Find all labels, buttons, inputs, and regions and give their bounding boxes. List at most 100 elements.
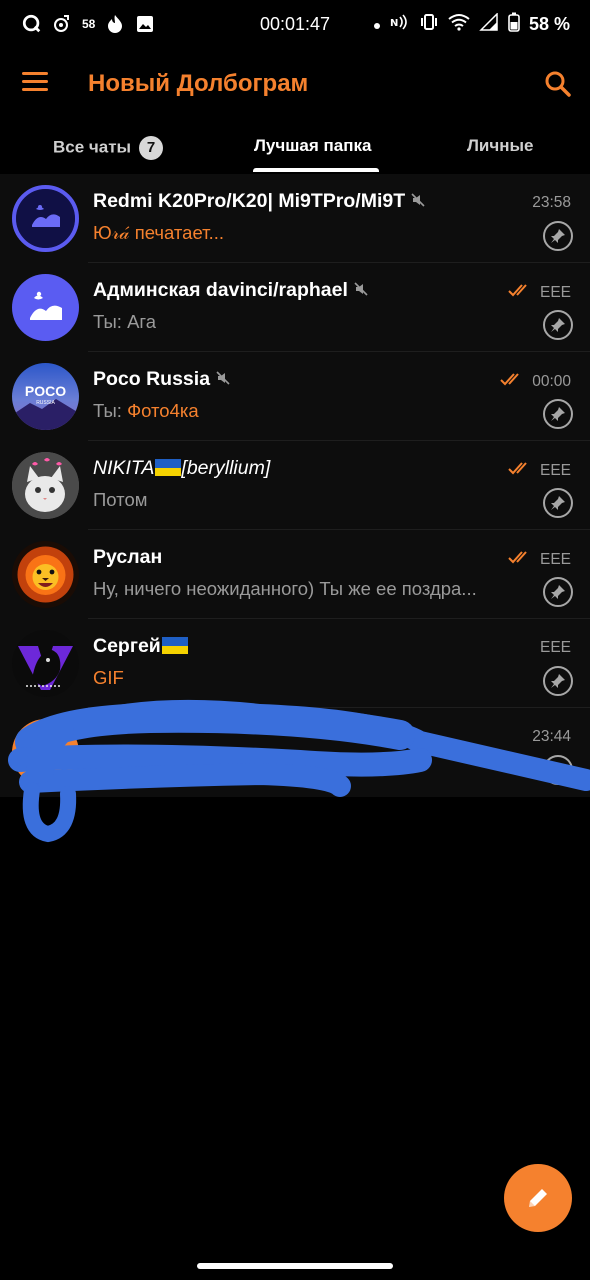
chat-title: Poco Russia xyxy=(93,368,211,390)
tab-indicator xyxy=(253,168,379,172)
message-preview: Ну, ничего неожиданного) Ты же ее поздра… xyxy=(93,578,477,599)
time-label: 23:58 xyxy=(532,194,571,211)
unread-badge: 7 xyxy=(139,136,164,160)
tab-label: Личные xyxy=(467,136,534,155)
wifi-icon xyxy=(448,13,470,36)
ukraine-flag-icon xyxy=(161,637,188,654)
q-app-icon xyxy=(22,13,42,35)
chat-time: ЕЕЕ xyxy=(508,283,571,302)
chat-row[interactable]: POCO RUSSIA Poco Russia Ты: Фото4ка 00:00 xyxy=(0,352,590,441)
panther-avatar xyxy=(12,630,79,697)
chat-title: Redmi K20Pro/K20| Mi9TPro/Mi9T xyxy=(93,190,406,212)
tab-label: Все чаты xyxy=(53,137,132,157)
typing-status: Ю𝓇𝒶́ печатает... xyxy=(93,222,224,243)
poco-logo-text: POCO xyxy=(25,383,66,399)
pin-icon[interactable] xyxy=(543,221,573,251)
chat-row[interactable]: NIKITA [beryllium] Потом ЕЕЕ xyxy=(0,441,590,530)
svg-text:N: N xyxy=(390,18,398,29)
nfc-icon: N xyxy=(390,13,410,36)
chat-title: Сергей xyxy=(93,635,161,657)
folder-tabs: Все чаты 7 Лучшая папка Личные xyxy=(0,124,590,174)
chat-time: 00:00 xyxy=(500,372,571,391)
menu-icon[interactable] xyxy=(22,72,48,94)
chat-row[interactable]: Сергей GIF ЕЕЕ xyxy=(0,619,590,708)
muted-icon xyxy=(216,368,230,391)
music-app-icon xyxy=(52,13,72,35)
chat-title: NIKITA xyxy=(93,457,155,479)
time-label: ЕЕЕ xyxy=(539,283,571,301)
new-message-button[interactable] xyxy=(504,1164,572,1232)
message-preview: Ты: Ага xyxy=(93,311,156,333)
tab-label: Лучшая папка xyxy=(254,136,372,155)
pin-icon[interactable] xyxy=(543,755,573,785)
chat-time: ЕЕЕ xyxy=(508,550,571,569)
double-check-icon xyxy=(508,550,532,569)
chat-name: NIKITA [beryllium] xyxy=(93,457,270,480)
battery-icon xyxy=(508,12,520,37)
notification-count: 58 xyxy=(82,17,96,31)
double-check-icon xyxy=(508,283,532,302)
preview-text: Фото4ка xyxy=(127,400,199,421)
chat-title: Руслан xyxy=(93,546,163,568)
pin-icon[interactable] xyxy=(543,399,573,429)
sender-label: Ты: xyxy=(93,400,128,421)
chat-time: 23:58 xyxy=(532,194,571,212)
time-label: 23:44 xyxy=(532,728,571,745)
double-check-icon xyxy=(500,372,524,391)
signal-icon xyxy=(479,12,499,36)
chat-row[interactable]: Руслан Ну, ничего неожиданного) Ты же ее… xyxy=(0,530,590,619)
admin-group-avatar xyxy=(12,274,79,341)
dot-icon xyxy=(373,14,381,35)
chat-row[interactable]: Админская davinci/raphael Ты: Ага ЕЕЕ xyxy=(0,263,590,352)
pin-icon[interactable] xyxy=(543,488,573,518)
search-icon[interactable] xyxy=(544,70,572,98)
poco-avatar: POCO RUSSIA xyxy=(12,363,79,430)
chat-name: Poco Russia xyxy=(93,368,230,391)
pencil-icon xyxy=(529,1189,547,1207)
pin-icon[interactable] xyxy=(543,666,573,696)
lion-avatar xyxy=(12,541,79,608)
chat-name: Админская davinci/raphael xyxy=(93,279,368,302)
message-preview: Потом xyxy=(93,489,148,510)
battery-percent: 58 % xyxy=(528,14,570,34)
double-check-icon xyxy=(508,461,532,480)
chat-title: Админская davinci/raphael xyxy=(93,279,348,301)
home-indicator[interactable] xyxy=(197,1263,393,1269)
time-label: ЕЕЕ xyxy=(539,461,571,479)
status-time: 00:01:47 xyxy=(260,14,331,34)
chat-title-suffix: [beryllium] xyxy=(181,457,271,479)
chat-name: Redmi K20Pro/K20| Mi9TPro/Mi9T xyxy=(93,190,425,213)
redmi-group-avatar xyxy=(12,185,79,252)
message-preview: Ты: Фото4ка xyxy=(93,400,199,422)
pin-icon[interactable] xyxy=(543,310,573,340)
hidden-avatar xyxy=(12,719,79,786)
tab-best-folder[interactable]: Лучшая папка xyxy=(254,136,371,156)
app-bar: Новый Долбограм xyxy=(0,52,590,116)
time-label: 00:00 xyxy=(532,372,571,390)
preview-text: Ага xyxy=(127,311,157,332)
poco-logo-subtext: RUSSIA xyxy=(36,400,55,406)
chat-time: ЕЕЕ xyxy=(508,461,571,480)
ukraine-flag-icon xyxy=(155,459,182,476)
chat-name: Сергей xyxy=(93,635,188,658)
muted-icon xyxy=(354,279,368,302)
chat-name: Руслан xyxy=(93,546,162,569)
chat-time: 23:44 xyxy=(532,728,571,746)
time-label: ЕЕЕ xyxy=(539,550,571,568)
chat-row[interactable]: 23:44 xyxy=(0,708,590,797)
muted-icon xyxy=(411,190,425,213)
fire-app-icon xyxy=(105,13,125,35)
pin-icon[interactable] xyxy=(543,577,573,607)
tab-personal[interactable]: Личные xyxy=(467,136,534,156)
tab-all-chats[interactable]: Все чаты 7 xyxy=(53,136,164,160)
sender-label: Ты: xyxy=(93,311,128,332)
time-label: ЕЕЕ xyxy=(539,639,571,656)
vibrate-icon xyxy=(419,12,439,37)
cat-avatar xyxy=(12,452,79,519)
chat-list: Redmi K20Pro/K20| Mi9TPro/Mi9T Ю𝓇𝒶́ печа… xyxy=(0,174,590,797)
chat-row[interactable]: Redmi K20Pro/K20| Mi9TPro/Mi9T Ю𝓇𝒶́ печа… xyxy=(0,174,590,263)
app-title: Новый Долбограм xyxy=(88,70,309,97)
status-bar: 58 00:01:47 N 58 % xyxy=(0,0,590,52)
chat-time: ЕЕЕ xyxy=(540,639,571,657)
gallery-icon xyxy=(135,13,155,35)
